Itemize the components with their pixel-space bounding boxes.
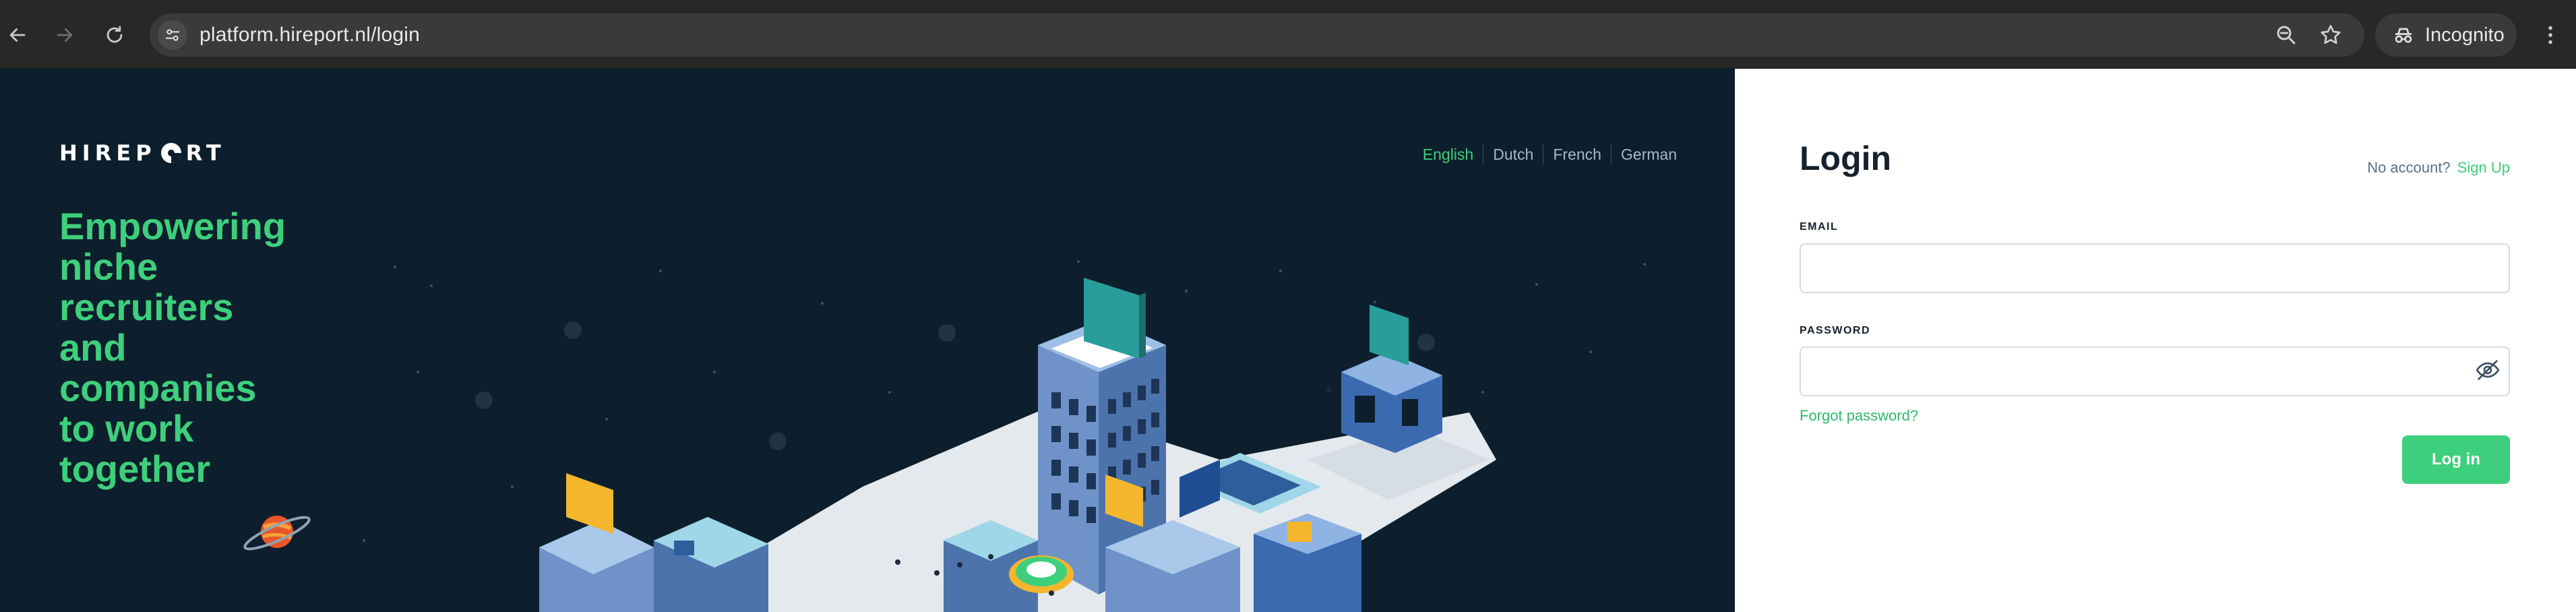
reload-icon	[106, 26, 123, 43]
hero-tagline: Empowering niche recruiters and companie…	[59, 206, 342, 489]
planet-illustration	[243, 516, 311, 551]
signup-link[interactable]: Sign Up	[2457, 159, 2510, 177]
more-vert-icon	[2548, 26, 2552, 44]
bookmark-button[interactable]	[2319, 23, 2343, 47]
url-text[interactable]: platform.hireport.nl/login	[200, 13, 420, 57]
hero-panel: HIREP RT English Dutch French German Emp…	[0, 69, 1735, 612]
browser-toolbar: platform.hireport.nl/login Incognito	[0, 0, 2576, 69]
tagline-line: recruiters	[59, 286, 234, 328]
forgot-password-link[interactable]: Forgot password?	[1800, 407, 1918, 425]
site-info-button[interactable]	[158, 20, 187, 50]
signup-prompt: No account? Sign Up	[2367, 159, 2510, 177]
forward-button[interactable]	[51, 22, 78, 49]
email-label: EMAIL	[1800, 221, 1839, 233]
tagline-line: Empowering	[59, 205, 286, 247]
login-button[interactable]: Log in	[2402, 435, 2510, 484]
language-dutch[interactable]: Dutch	[1483, 144, 1543, 164]
tagline-line: together	[59, 448, 210, 490]
logo-text-left: HIREP	[59, 140, 156, 166]
tagline-line: and	[59, 326, 127, 369]
incognito-indicator[interactable]: Incognito	[2375, 13, 2517, 57]
browser-menu-button[interactable]	[2537, 22, 2564, 49]
language-french[interactable]: French	[1543, 144, 1611, 164]
incognito-label: Incognito	[2425, 24, 2505, 46]
address-bar[interactable]: platform.hireport.nl/login	[150, 13, 2364, 57]
back-button[interactable]	[4, 22, 31, 49]
logo-text-right: RT	[185, 140, 226, 166]
logo-port-mark-icon	[160, 143, 181, 163]
eye-off-icon[interactable]	[2474, 357, 2501, 384]
reload-button[interactable]	[101, 22, 128, 49]
tagline-line: to work	[59, 407, 194, 450]
tagline-line: niche	[59, 245, 158, 288]
email-field[interactable]	[1800, 243, 2510, 293]
star-icon	[2321, 25, 2341, 44]
no-account-text: No account?	[2367, 159, 2451, 176]
login-panel: Login No account? Sign Up EMAIL PASSWORD…	[1735, 69, 2576, 612]
language-switcher: English Dutch French German	[1413, 144, 1686, 164]
password-label: PASSWORD	[1800, 325, 1871, 336]
arrow-right-icon	[57, 28, 73, 42]
hireport-logo[interactable]: HIREP RT	[59, 140, 226, 166]
tagline-line: companies	[59, 367, 257, 409]
isometric-city-illustration	[539, 278, 1496, 612]
language-german[interactable]: German	[1610, 144, 1686, 164]
incognito-icon	[2395, 28, 2412, 43]
arrow-left-icon	[9, 28, 26, 42]
language-english[interactable]: English	[1413, 144, 1483, 164]
login-title: Login	[1800, 140, 1892, 177]
zoom-button[interactable]	[2274, 23, 2298, 47]
zoom-out-icon	[2277, 26, 2296, 44]
tune-icon	[165, 29, 180, 41]
password-field[interactable]	[1800, 346, 2510, 396]
